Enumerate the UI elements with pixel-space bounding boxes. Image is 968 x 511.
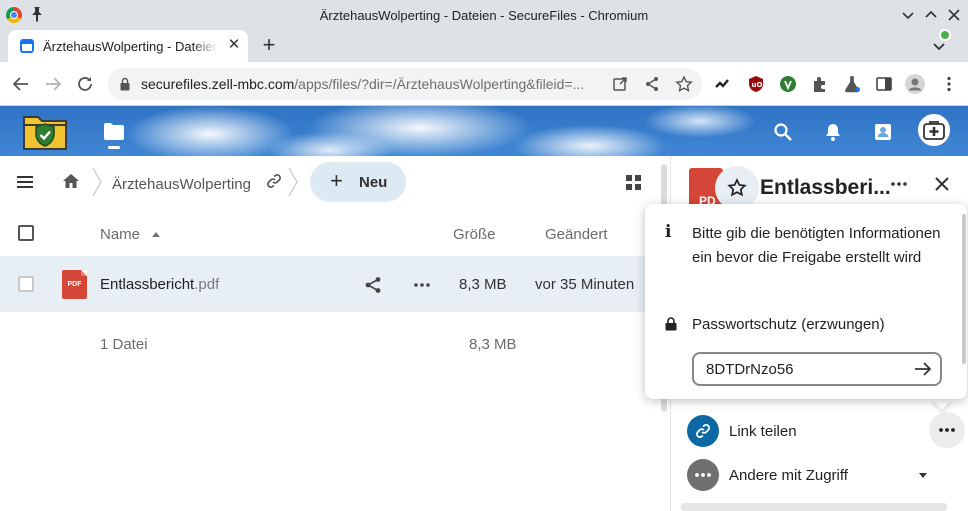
password-manager-icon[interactable] bbox=[779, 75, 797, 93]
new-button-label: Neu bbox=[359, 174, 388, 191]
table-row[interactable]: PDF Entlassbericht.pdf 8,3 MB vor 35 Min… bbox=[0, 256, 660, 312]
reload-icon[interactable] bbox=[75, 74, 95, 94]
open-external-icon[interactable] bbox=[611, 75, 629, 93]
file-size: 8,3 MB bbox=[459, 276, 507, 293]
more-icon bbox=[939, 428, 955, 432]
extension-arrows-icon[interactable] bbox=[713, 75, 731, 93]
svg-text:uO: uO bbox=[752, 81, 763, 89]
chevron-down-icon[interactable] bbox=[919, 473, 927, 478]
info-icon: i bbox=[665, 222, 672, 242]
bookmark-star-icon[interactable] bbox=[675, 75, 693, 93]
others-with-access-label[interactable]: Andere mit Zugriff bbox=[729, 467, 848, 484]
share-icon[interactable] bbox=[364, 276, 382, 294]
plus-icon: + bbox=[330, 168, 343, 193]
medical-bag-icon bbox=[923, 121, 945, 140]
share-icon[interactable] bbox=[643, 75, 661, 93]
select-all-checkbox[interactable] bbox=[18, 225, 34, 241]
new-button[interactable]: + Neu bbox=[310, 162, 406, 202]
breadcrumb-separator-icon bbox=[92, 168, 102, 196]
link-share-label[interactable]: Link teilen bbox=[729, 423, 797, 440]
url-text[interactable]: securefiles.zell-mbc.com/apps/files/?dir… bbox=[141, 76, 611, 92]
column-modified[interactable]: Geändert bbox=[545, 226, 608, 243]
summary-file-count: 1 Datei bbox=[100, 336, 148, 353]
files-list-view: ÄrztehausWolperting + Neu Name Größe Geä… bbox=[0, 156, 660, 511]
others-with-access-avatar bbox=[687, 459, 719, 491]
more-icon bbox=[695, 473, 711, 477]
back-icon[interactable] bbox=[11, 74, 31, 94]
sort-ascending-icon[interactable] bbox=[152, 232, 160, 237]
more-icon[interactable] bbox=[412, 276, 432, 294]
contacts-icon[interactable] bbox=[873, 122, 893, 142]
app-logo[interactable] bbox=[22, 111, 68, 151]
file-modified: vor 35 Minuten bbox=[535, 276, 635, 293]
link-icon bbox=[696, 424, 710, 438]
search-icon[interactable] bbox=[773, 122, 793, 142]
pdf-icon: PDF bbox=[62, 270, 87, 299]
link-share-more-button[interactable] bbox=[929, 412, 965, 448]
active-app-indicator bbox=[108, 146, 120, 149]
new-tab-button[interactable]: + bbox=[258, 34, 280, 57]
flask-extension-icon[interactable] bbox=[843, 75, 861, 93]
breadcrumb-bar: ÄrztehausWolperting + Neu bbox=[0, 156, 660, 208]
hamburger-icon[interactable] bbox=[16, 175, 34, 189]
file-name[interactable]: Entlassbericht.pdf bbox=[100, 276, 219, 293]
sidebar-tab-bar bbox=[681, 503, 947, 511]
tab-strip: ÄrztehausWolperting - Dateien - SecureFi… bbox=[0, 30, 968, 62]
minimize-chevron-icon[interactable] bbox=[899, 6, 917, 24]
sidebar-title: Entlassberi... bbox=[760, 176, 891, 199]
breadcrumb-separator-icon bbox=[288, 168, 298, 196]
password-input[interactable] bbox=[692, 352, 942, 386]
star-icon bbox=[727, 178, 747, 197]
popover-scrollbar[interactable] bbox=[962, 214, 966, 364]
close-window-icon[interactable] bbox=[945, 6, 963, 24]
online-status-dot bbox=[939, 29, 951, 41]
puzzle-extensions-icon[interactable] bbox=[811, 75, 829, 93]
close-icon[interactable] bbox=[933, 175, 951, 193]
summary-total-size: 8,3 MB bbox=[469, 336, 517, 353]
column-name[interactable]: Name bbox=[100, 226, 140, 243]
forward-icon[interactable] bbox=[43, 74, 63, 94]
link-share-avatar bbox=[687, 415, 719, 447]
profile-icon[interactable] bbox=[905, 74, 925, 94]
avatar[interactable] bbox=[918, 114, 950, 146]
window-title: ÄrztehausWolperting - Dateien - SecureFi… bbox=[319, 8, 649, 23]
ublock-icon[interactable]: uO bbox=[747, 75, 765, 93]
lock-icon bbox=[665, 317, 677, 331]
more-icon[interactable] bbox=[889, 176, 909, 192]
home-icon[interactable] bbox=[62, 173, 80, 189]
lock-icon[interactable] bbox=[120, 77, 130, 91]
link-icon[interactable] bbox=[266, 173, 282, 189]
popover-info-text: Bitte gib die benötigten Informationen e… bbox=[692, 225, 941, 266]
column-header-row: Name Größe Geändert bbox=[0, 208, 660, 256]
maximize-chevron-icon[interactable] bbox=[922, 6, 940, 24]
grid-view-icon[interactable] bbox=[626, 175, 641, 190]
column-size[interactable]: Größe bbox=[453, 226, 496, 243]
browser-tab[interactable]: ÄrztehausWolperting - Dateien - SecureFi… bbox=[8, 30, 248, 62]
window-titlebar: ÄrztehausWolperting - Dateien - SecureFi… bbox=[0, 0, 968, 30]
side-panel-icon[interactable] bbox=[875, 75, 893, 93]
browser-menu-kebab-icon[interactable] bbox=[940, 75, 958, 93]
bell-icon[interactable] bbox=[823, 122, 843, 142]
arrow-right-icon[interactable] bbox=[914, 361, 932, 377]
breadcrumb-folder[interactable]: ÄrztehausWolperting bbox=[112, 176, 251, 193]
row-checkbox[interactable] bbox=[18, 276, 34, 292]
tab-title: ÄrztehausWolperting - Dateien - SecureFi… bbox=[43, 39, 218, 54]
app-header bbox=[0, 106, 968, 156]
tab-close-icon[interactable]: ✕ bbox=[226, 37, 242, 53]
share-options-popover: i Bitte gib die benötigten Informationen… bbox=[645, 204, 967, 399]
tab-favicon bbox=[20, 39, 34, 53]
password-protection-label: Passwortschutz (erzwungen) bbox=[692, 316, 885, 333]
files-app-icon[interactable] bbox=[104, 123, 124, 140]
address-bar[interactable]: securefiles.zell-mbc.com/apps/files/?dir… bbox=[108, 68, 702, 100]
